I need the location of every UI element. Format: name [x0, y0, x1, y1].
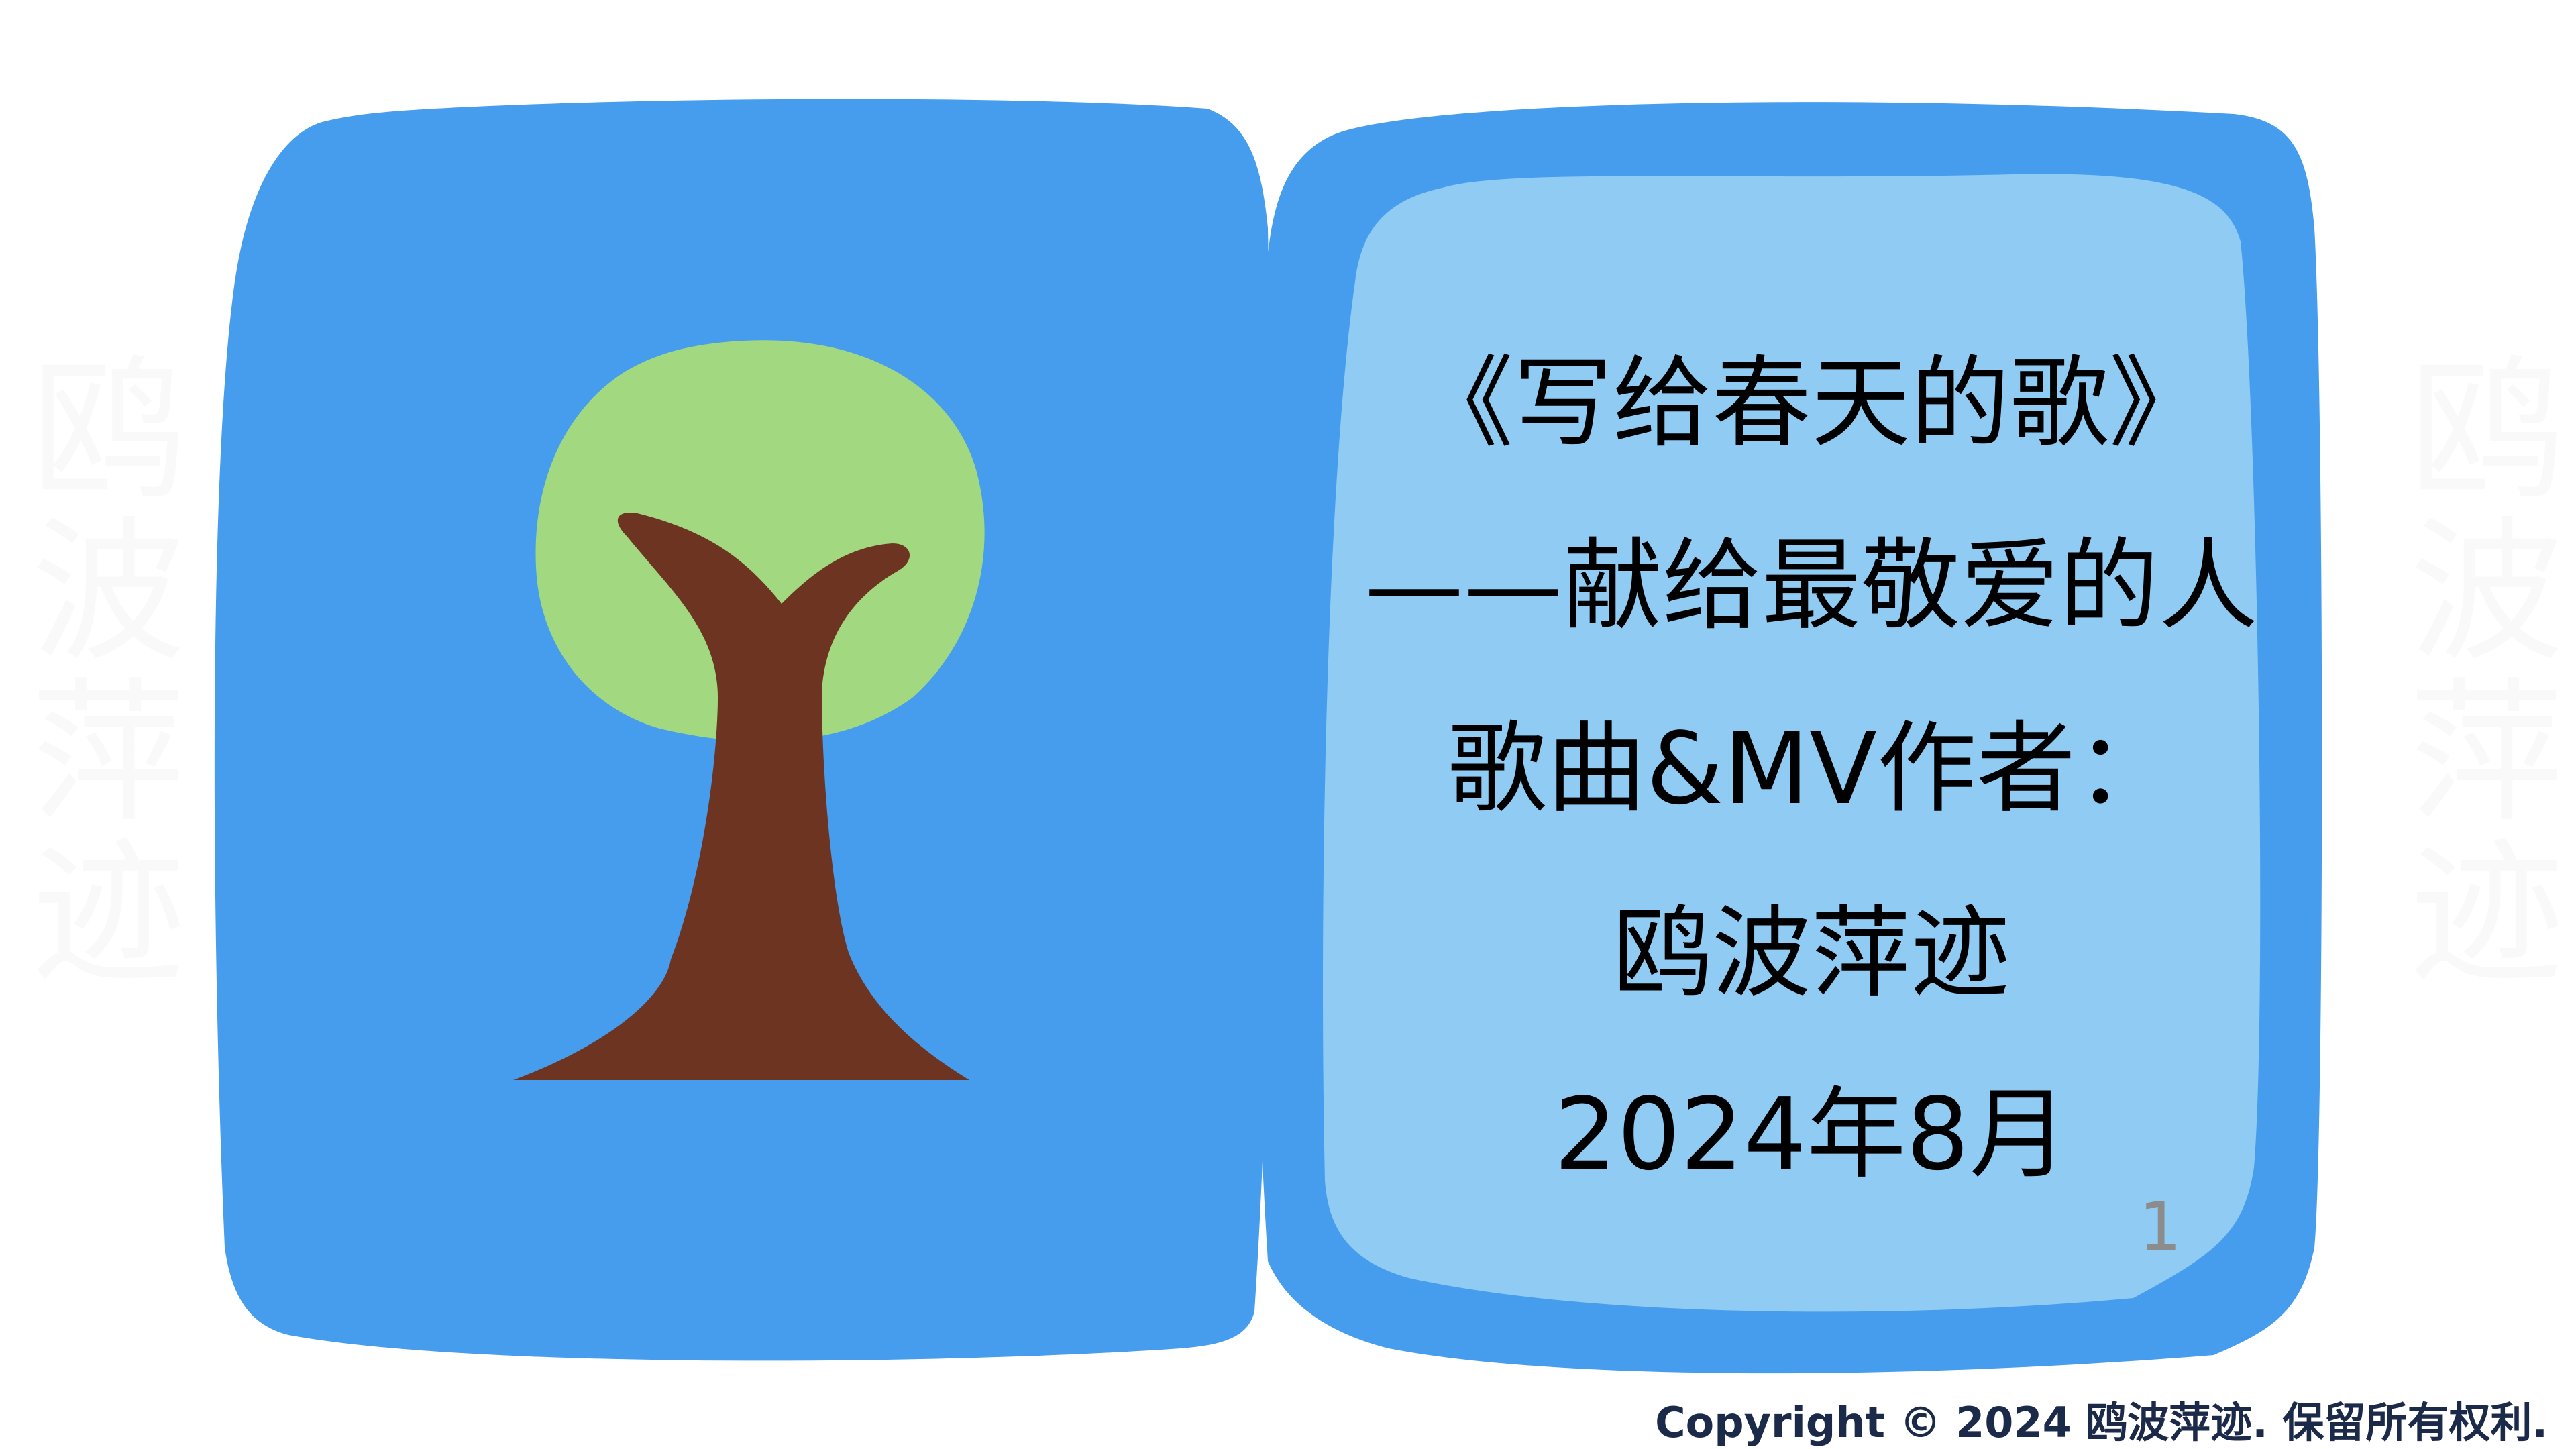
slide-canvas: 鸥波萍迹 鸥波萍迹 《写给春天的歌》 ——献给最敬爱的人 歌曲&MV作者： 鸥波… [0, 0, 2576, 1449]
song-title: 《写给春天的歌》 [1414, 345, 2208, 461]
copyright-notice: Copyright © 2024 鸥波萍迹. 保留所有权利. [1655, 1398, 2548, 1447]
page-number: 1 [2139, 1187, 2182, 1266]
author-name: 鸥波萍迹 [1613, 896, 2010, 1011]
publish-date: 2024年8月 [1554, 1077, 2069, 1192]
author-role-label: 歌曲&MV作者： [1447, 711, 2176, 826]
song-dedication: ——献给最敬爱的人 [1364, 528, 2258, 643]
